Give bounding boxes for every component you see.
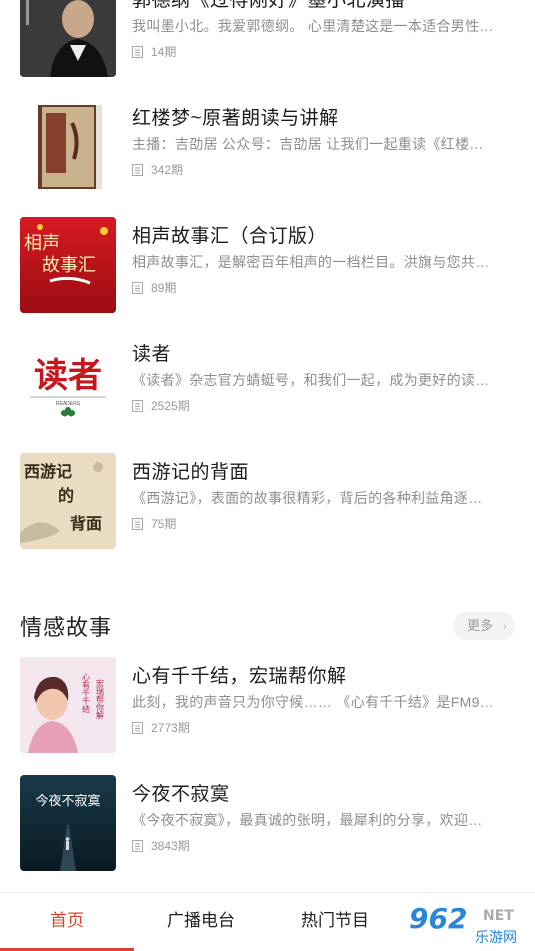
svg-text:故事汇: 故事汇 <box>42 255 96 276</box>
site-watermark-logo: 962 NET 乐游网 <box>403 898 531 948</box>
program-cover <box>20 99 116 195</box>
program-list-emotion: 心有千千结 宏瑞帮你解 心有千千结，宏瑞帮你解 此刻，我的声音只为你守候…… 《… <box>0 652 535 888</box>
episode-count-text: 2525期 <box>151 399 190 413</box>
episode-list-icon <box>132 721 143 734</box>
episode-count-text: 342期 <box>151 163 184 177</box>
tab-hot-programs[interactable]: 热门节目 <box>268 893 402 951</box>
list-item[interactable]: 读者 READERS 读者 《读者》杂志官方蜻蜓号，和我们一起，成为更好的读… <box>0 330 535 448</box>
program-description: 《读者》杂志官方蜻蜓号，和我们一起，成为更好的读… <box>132 372 490 388</box>
program-title: 读者 <box>132 344 172 365</box>
list-item[interactable]: 红楼梦~原著朗读与讲解 主播：吉劭居 公众号：吉劭居 让我们一起重读《红楼… 3… <box>0 94 535 212</box>
chevron-right-icon: › <box>503 619 507 633</box>
episode-list-icon <box>132 45 143 58</box>
tab-radio[interactable]: 广播电台 <box>134 893 268 951</box>
program-title: 相声故事汇（合订版） <box>132 226 328 247</box>
episode-count: 2773期 <box>132 719 190 736</box>
program-cover: 相声 故事汇 <box>20 217 116 313</box>
cover-text-2: 宏瑞帮你解 <box>96 678 105 720</box>
program-list-top: 郭德纲《过得刚好》墨小北演播 我叫墨小北。我爱郭德纲。 心里清楚这是一本适合男性… <box>0 0 535 566</box>
episode-count: 342期 <box>132 161 183 178</box>
program-cover: 西游记 的 背面 <box>20 453 116 549</box>
episode-count: 2525期 <box>132 397 190 414</box>
program-description: 此刻，我的声音只为你守候…… 《心有千千结》是FM9… <box>132 694 494 710</box>
watermark-net: NET <box>483 908 514 924</box>
cover-logo-subtext: READERS <box>56 401 81 407</box>
tab-label: 广播电台 <box>167 911 235 930</box>
cover-text-3: 背面 <box>70 514 102 533</box>
list-item[interactable]: 今夜不寂寞 今夜不寂寞 《今夜不寂寞》，最真诚的张明，最犀利的分享，欢迎… 38… <box>0 770 535 888</box>
tab-label: 首页 <box>50 911 84 930</box>
program-cover: 心有千千结 宏瑞帮你解 <box>20 657 116 753</box>
app-screen: 郭德纲《过得刚好》墨小北演播 我叫墨小北。我爱郭德纲。 心里清楚这是一本适合男性… <box>0 0 535 951</box>
program-description: 《西游记》，表面的故事很精彩，背后的各种利益角逐… <box>132 490 483 506</box>
episode-count: 75期 <box>132 515 176 532</box>
episode-count-text: 3843期 <box>151 839 190 853</box>
cover-text-1: 心有千千结 <box>82 673 91 714</box>
list-item[interactable]: 心有千千结 宏瑞帮你解 心有千千结，宏瑞帮你解 此刻，我的声音只为你守候…… 《… <box>0 652 535 770</box>
tab-label: 热门节目 <box>301 911 369 930</box>
episode-list-icon <box>132 163 143 176</box>
program-cover <box>20 0 116 77</box>
episode-count: 3843期 <box>132 837 190 854</box>
program-title: 红楼梦~原著朗读与讲解 <box>132 108 339 129</box>
section-title: 情感故事 <box>20 615 113 640</box>
program-title: 今夜不寂寞 <box>132 784 230 805</box>
cover-text: 相声 <box>24 233 60 254</box>
episode-count-text: 2773期 <box>151 721 190 735</box>
episode-count-text: 14期 <box>151 45 177 59</box>
section-header: 情感故事 更多 › <box>0 604 535 648</box>
episode-count: 89期 <box>132 279 176 296</box>
list-item[interactable]: 郭德纲《过得刚好》墨小北演播 我叫墨小北。我爱郭德纲。 心里清楚这是一本适合男性… <box>0 0 535 94</box>
tab-home[interactable]: 首页 <box>0 893 134 951</box>
program-description: 《今夜不寂寞》，最真诚的张明，最犀利的分享，欢迎… <box>132 812 483 828</box>
program-cover: 读者 READERS <box>20 335 116 431</box>
episode-list-icon <box>132 839 143 852</box>
more-button[interactable]: 更多 › <box>452 612 515 640</box>
program-title: 西游记的背面 <box>132 462 250 483</box>
episode-list-icon <box>132 281 143 294</box>
episode-count: 14期 <box>132 43 176 60</box>
program-description: 我叫墨小北。我爱郭德纲。 心里清楚这是一本适合男性… <box>132 18 494 34</box>
episode-list-icon <box>132 399 143 412</box>
cover-logo-text: 读者 <box>34 356 102 396</box>
program-title: 心有千千结，宏瑞帮你解 <box>132 666 347 687</box>
more-button-label: 更多 <box>466 618 493 633</box>
cover-text-2: 的 <box>58 486 74 505</box>
cover-text-1: 西游记 <box>24 462 72 481</box>
list-item[interactable]: 相声 故事汇 相声故事汇（合订版） 相声故事汇，是解密百年相声的一档栏目。洪旗与… <box>0 212 535 330</box>
program-title: 郭德纲《过得刚好》墨小北演播 <box>132 0 406 11</box>
cover-title-text: 今夜不寂寞 <box>35 793 100 809</box>
watermark-subtext: 乐游网 <box>475 930 517 946</box>
program-description: 主播：吉劭居 公众号：吉劭居 让我们一起重读《红楼… <box>132 136 484 152</box>
episode-count-text: 75期 <box>151 517 177 531</box>
program-cover: 今夜不寂寞 <box>20 775 116 871</box>
watermark-text: 962 <box>409 902 467 935</box>
episode-count-text: 89期 <box>151 281 177 295</box>
episode-list-icon <box>132 517 143 530</box>
program-description: 相声故事汇，是解密百年相声的一档栏目。洪旗与您共… <box>132 254 490 270</box>
list-item[interactable]: 西游记 的 背面 西游记的背面 《西游记》，表面的故事很精彩，背后的各种利益角逐… <box>0 448 535 566</box>
